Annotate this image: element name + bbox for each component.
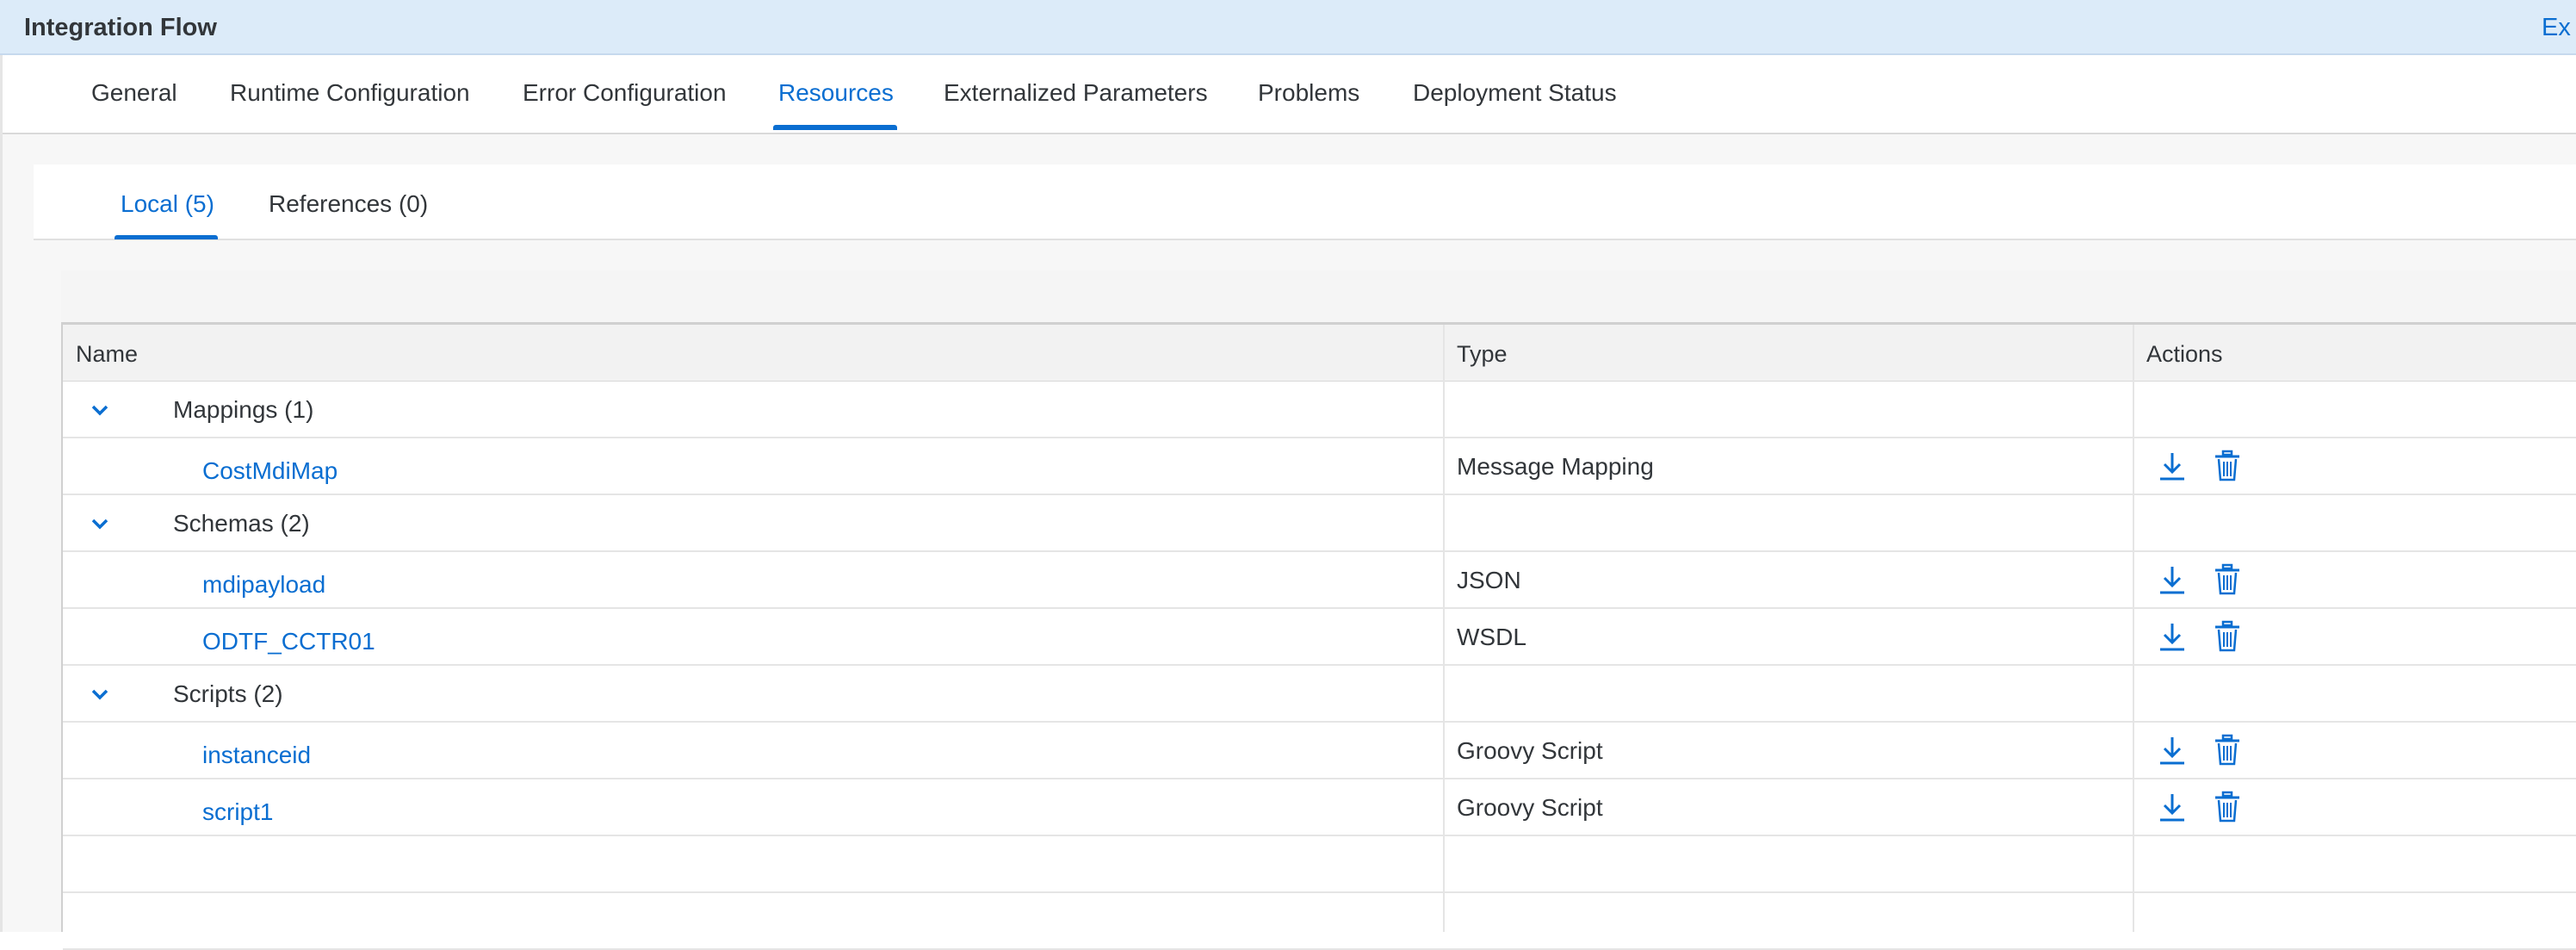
resource-name-link[interactable]: mdipayload [202,571,325,599]
title-bar: Integration Flow Ex [0,0,2576,55]
group-row-mappings[interactable]: Mappings (1) [63,382,2576,438]
group-label: Scripts (2) [173,680,283,707]
chevron-down-icon[interactable] [89,512,111,535]
download-icon[interactable] [2155,619,2189,654]
resource-type: Message Mapping [1457,453,1654,480]
trash-icon[interactable] [2210,733,2245,767]
table-row: instanceid Groovy Script [63,723,2576,779]
group-row-schemas[interactable]: Schemas (2) [63,495,2576,552]
trash-icon[interactable] [2210,449,2245,483]
tab-general[interactable]: General [91,79,177,107]
subtab-references[interactable]: References (0) [269,190,428,218]
resource-name-link[interactable]: ODTF_CCTR01 [202,628,375,655]
page-title: Integration Flow [24,14,217,41]
chevron-down-icon[interactable] [89,683,111,705]
table-row: CostMdiMap Message Mapping [63,438,2576,495]
resources-table: Name Type Actions Mappings (1) CostMdiMa… [61,322,2576,950]
download-icon[interactable] [2155,562,2189,597]
chevron-down-icon[interactable] [89,399,111,421]
trash-icon[interactable] [2210,790,2245,824]
expand-link[interactable]: Ex [2542,14,2576,42]
table-row: ODTF_CCTR01 WSDL [63,609,2576,666]
empty-row [63,893,2576,950]
trash-icon[interactable] [2210,619,2245,654]
tab-error-configuration[interactable]: Error Configuration [523,79,727,107]
tab-problems[interactable]: Problems [1258,79,1359,107]
table-row: script1 Groovy Script [63,779,2576,836]
subtab-local[interactable]: Local (5) [121,190,214,218]
resource-type: WSDL [1457,624,1526,650]
resource-name-link[interactable]: script1 [202,798,273,826]
download-icon[interactable] [2155,790,2189,824]
table-header: Name Type Actions [63,325,2576,382]
group-label: Schemas (2) [173,510,310,537]
trash-icon[interactable] [2210,562,2245,597]
column-header-type[interactable]: Type [1457,341,1508,368]
main-tab-bar: General Runtime Configuration Error Conf… [3,55,2576,134]
table-toolbar [61,270,2576,322]
sub-tab-bar: Local (5) References (0) [34,165,2576,240]
resources-panel: Local (5) References (0) Name Type Actio… [3,134,2576,950]
tab-deployment-status[interactable]: Deployment Status [1413,79,1617,107]
tab-runtime-configuration[interactable]: Runtime Configuration [230,79,470,107]
resource-type: Groovy Script [1457,794,1603,821]
tab-resources[interactable]: Resources [778,79,894,107]
download-icon[interactable] [2155,449,2189,483]
group-row-scripts[interactable]: Scripts (2) [63,666,2576,723]
download-icon[interactable] [2155,733,2189,767]
column-header-name[interactable]: Name [76,341,138,368]
active-tab-indicator [773,125,897,130]
resource-name-link[interactable]: instanceid [202,742,311,769]
resource-type: Groovy Script [1457,737,1603,764]
active-subtab-indicator [115,235,218,239]
tab-externalized-parameters[interactable]: Externalized Parameters [944,79,1208,107]
empty-row [63,836,2576,893]
table-row: mdipayload JSON [63,552,2576,609]
resource-type: JSON [1457,567,1521,593]
column-divider [1443,325,1445,932]
group-label: Mappings (1) [173,396,314,423]
column-divider [2133,325,2134,932]
column-header-actions: Actions [2146,341,2223,367]
resource-name-link[interactable]: CostMdiMap [202,457,337,485]
